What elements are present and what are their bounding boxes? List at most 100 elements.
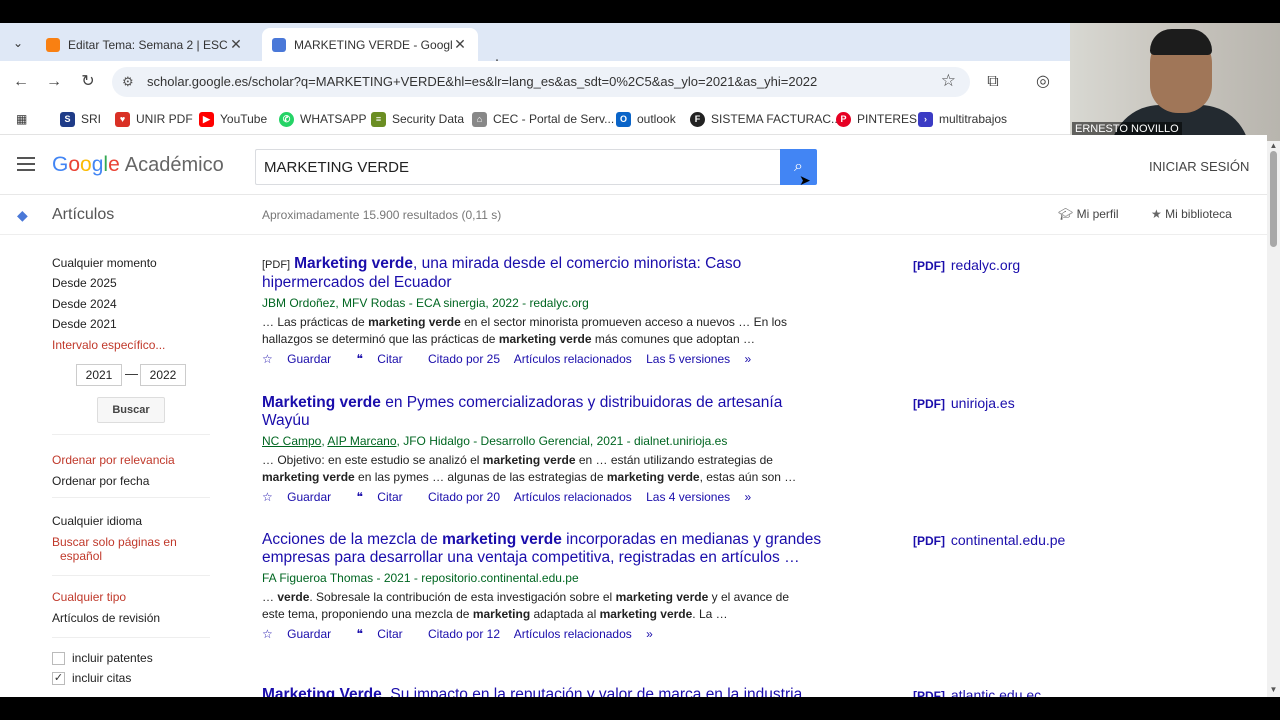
save-button[interactable]: ☆ Guardar [262, 627, 342, 641]
filter-since-2021[interactable]: Desde 2021 [52, 317, 117, 331]
bookmark-outlook[interactable]: Ooutlook [616, 110, 676, 128]
more-chevrons-icon[interactable]: » [745, 352, 752, 366]
bookmark-youtube[interactable]: ▶ YouTube [199, 110, 267, 128]
result-title-link[interactable]: Marketing verde en Pymes comercializador… [262, 394, 822, 430]
bookmark-label: UNIR PDF [136, 112, 193, 126]
include-citations-checkbox[interactable]: ✓ [52, 672, 65, 685]
save-label: Guardar [287, 627, 332, 641]
filter-custom-range[interactable]: Intervalo específico... [52, 338, 165, 352]
result-source-link[interactable]: [PDF] atlantic.edu.ec [913, 687, 1041, 697]
apps-grid-icon[interactable]: ▦ [16, 110, 27, 128]
save-button[interactable]: ☆ Guardar [262, 490, 342, 504]
related-articles-link[interactable]: Artículos relacionados [514, 490, 632, 504]
bookmark-multitrabajos[interactable]: › multitrabajos [918, 110, 1007, 128]
sort-by-date[interactable]: Ordenar por fecha [52, 474, 149, 488]
more-chevrons-icon[interactable]: » [745, 490, 752, 504]
year-to-input[interactable]: 2022 [140, 364, 186, 386]
versions-link[interactable]: Las 4 versiones [646, 490, 730, 504]
range-search-button[interactable]: Buscar [97, 397, 165, 423]
tab-close-icon[interactable]: ✕ [452, 36, 468, 53]
filter-any-type[interactable]: Cualquier tipo [52, 590, 126, 604]
filter-review-articles[interactable]: Artículos de revisión [52, 611, 160, 625]
bookmark-sistema-facturacion[interactable]: F SISTEMA FACTURAC... [690, 110, 841, 128]
scrollbar-thumb[interactable] [1270, 151, 1277, 247]
include-patents-checkbox[interactable] [52, 652, 65, 665]
webcam-person-hair [1150, 29, 1212, 55]
bookmark-unir-pdf[interactable]: ♥ UNIR PDF [115, 110, 193, 128]
result-source-link[interactable]: [PDF] continental.edu.pe [913, 532, 1065, 548]
save-button[interactable]: ☆ Guardar [262, 352, 342, 366]
search-input[interactable]: MARKETING VERDE [255, 149, 780, 185]
filter-spanish-only[interactable]: Buscar solo páginas en español [52, 535, 177, 563]
result-source-link[interactable]: [PDF] unirioja.es [913, 395, 1015, 411]
search-query[interactable]: MARKETING VERDE [264, 159, 409, 176]
bookmark-cec[interactable]: ⌂ CEC - Portal de Serv... [472, 110, 614, 128]
bookmark-sri[interactable]: S SRI [60, 110, 101, 128]
menu-hamburger-icon[interactable] [17, 157, 35, 171]
divider [52, 497, 210, 498]
url-text[interactable]: scholar.google.es/scholar?q=MARKETING+VE… [147, 74, 817, 89]
bookmark-label: YouTube [220, 112, 268, 126]
cite-button[interactable]: ❝ Citar [356, 627, 413, 641]
scholar-page: Google Académico MARKETING VERDE ⌕ ➤ INIC… [0, 135, 1267, 697]
year-from-input[interactable]: 2021 [76, 364, 122, 386]
cited-by-link[interactable]: Citado por 12 [428, 627, 500, 641]
tab-search-chevron-icon[interactable]: ⌄ [8, 33, 28, 53]
my-library-link[interactable]: ★ Mi biblioteca [1151, 207, 1232, 221]
chrome-labs-icon[interactable]: ◎ [1032, 71, 1054, 93]
pinterest-icon: P [836, 111, 851, 127]
more-chevrons-icon[interactable]: » [646, 627, 653, 641]
back-arrow-icon[interactable]: ← [10, 71, 32, 93]
bookmark-label: Security Data [392, 112, 465, 126]
source-domain: redalyc.org [950, 257, 1021, 273]
quote-icon: ❝ [356, 627, 363, 641]
scroll-down-arrow-icon[interactable]: ▼ [1269, 685, 1278, 694]
tab-editar-tema[interactable]: Editar Tema: Semana 2 | ESCRIT ✕ [36, 28, 254, 61]
bookmark-whatsapp[interactable]: ✆ WHATSAPP [279, 110, 366, 128]
result-item: Marketing verde en Pymes comercializador… [262, 394, 822, 504]
cited-by-link[interactable]: Citado por 20 [428, 490, 500, 504]
versions-link[interactable]: Las 5 versiones [646, 352, 730, 366]
sort-by-relevance[interactable]: Ordenar por relevancia [52, 453, 175, 467]
scholar-cap-icon: ◆ [17, 207, 28, 223]
webcam-overlay: ERNESTO NOVILLO [1070, 23, 1280, 141]
tab-google-scholar[interactable]: MARKETING VERDE - Google A ✕ [262, 28, 478, 61]
related-articles-link[interactable]: Artículos relacionados [514, 352, 632, 366]
filter-any-time[interactable]: Cualquier momento [52, 256, 157, 270]
google-scholar-logo[interactable]: Google Académico [52, 153, 224, 177]
result-title-link[interactable]: Marketing Verde. Su impacto en la reputa… [262, 686, 862, 697]
security-data-icon: ≡ [371, 111, 386, 127]
cite-button[interactable]: ❝ Citar [356, 352, 413, 366]
forward-arrow-icon[interactable]: → [43, 71, 65, 93]
bookmark-star-icon[interactable]: ☆ [941, 71, 956, 91]
sign-in-button[interactable]: INICIAR SESIÓN [1149, 159, 1249, 174]
result-source-link[interactable]: [PDF] redalyc.org [913, 257, 1020, 273]
bookmark-label: WHATSAPP [300, 112, 367, 126]
cited-by-link[interactable]: Citado por 25 [428, 352, 500, 366]
source-domain: atlantic.edu.ec [950, 687, 1042, 697]
filter-since-2024[interactable]: Desde 2024 [52, 297, 117, 311]
site-info-icon[interactable]: ⚙ [122, 74, 134, 90]
related-articles-link[interactable]: Artículos relacionados [514, 627, 632, 641]
section-articles[interactable]: Artículos [52, 206, 114, 224]
extensions-puzzle-icon[interactable]: ⧉ [982, 71, 1004, 93]
bookmark-security-data[interactable]: ≡ Security Data [371, 110, 464, 128]
cite-label: Citar [377, 627, 403, 641]
title-bold: Marketing verde [294, 255, 414, 272]
bookmark-pinterest[interactable]: P PINTERES [836, 110, 917, 128]
filter-since-2025[interactable]: Desde 2025 [52, 276, 117, 290]
scroll-up-arrow-icon[interactable]: ▲ [1269, 141, 1278, 150]
tab-close-icon[interactable]: ✕ [228, 36, 244, 53]
page-scrollbar[interactable]: ▲ ▼ [1267, 141, 1280, 697]
star-outline-icon: ☆ [262, 352, 273, 366]
filter-any-language[interactable]: Cualquier idioma [52, 514, 142, 528]
result-title-link[interactable]: Acciones de la mezcla de marketing verde… [262, 531, 822, 567]
include-patents-label[interactable]: incluir patentes [72, 651, 153, 665]
letterbox-bottom [0, 697, 1280, 720]
cite-button[interactable]: ❝ Citar [356, 490, 413, 504]
my-profile-link[interactable]: 🎓︎ Mi perfil [1058, 207, 1119, 221]
reload-icon[interactable]: ↻ [77, 71, 99, 93]
result-title-link[interactable]: [PDF] Marketing verde, una mirada desde e… [262, 255, 822, 292]
address-bar[interactable]: ⚙ scholar.google.es/scholar?q=MARKETING+… [112, 67, 970, 97]
include-citations-label[interactable]: incluir citas [72, 671, 131, 685]
